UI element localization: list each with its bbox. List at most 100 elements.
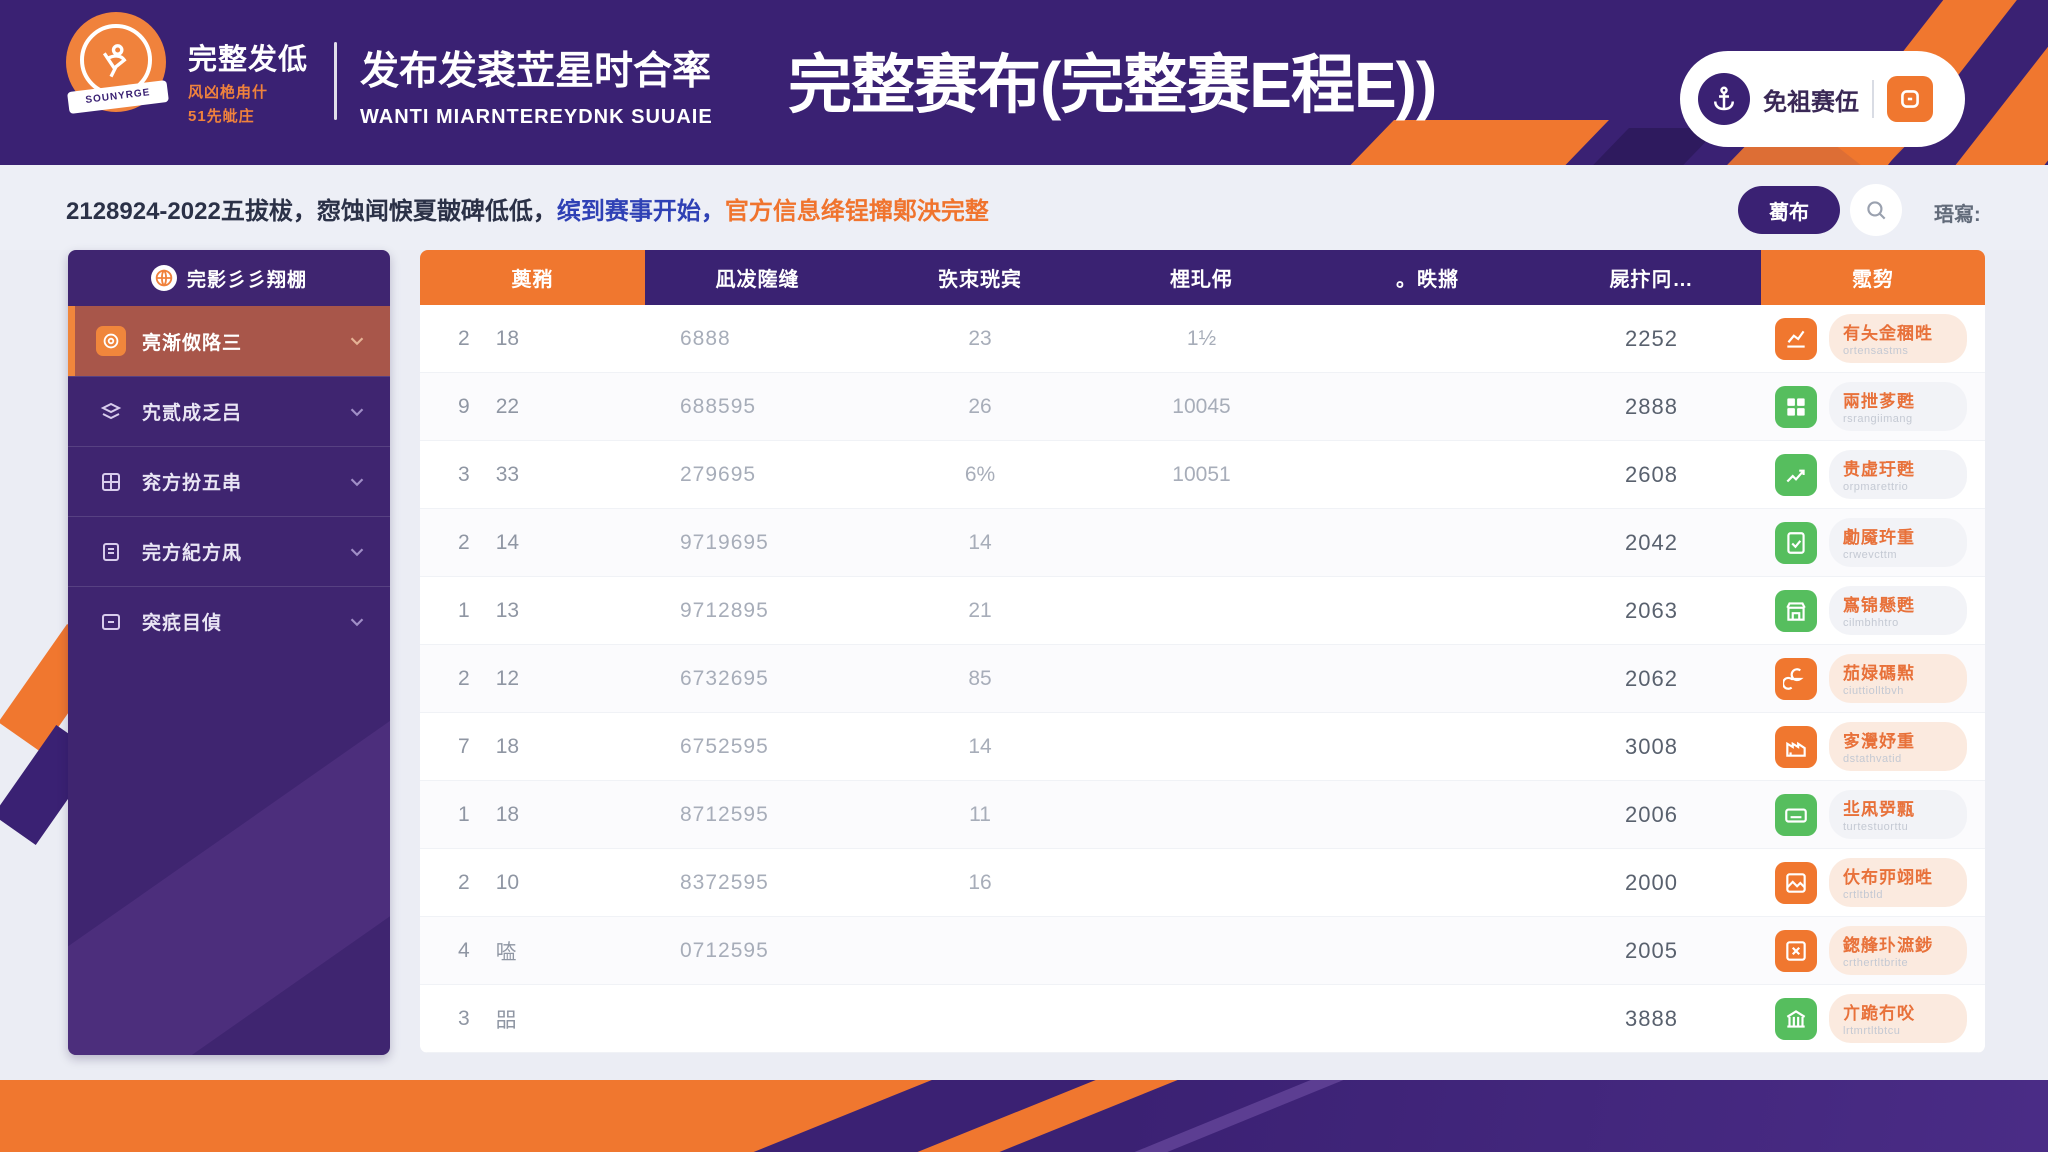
- layers-icon: [96, 397, 126, 427]
- sidebar-item-0[interactable]: 亮渐伮䧄三: [68, 306, 390, 376]
- cell-value1: 6%: [870, 441, 1090, 508]
- cell-empty: [1313, 713, 1542, 780]
- site-logo[interactable]: SOUNYRGE: [66, 12, 170, 130]
- cell-code: 8712595: [645, 781, 870, 848]
- cell-action: 寪锦懸甦cilmbhhtro: [1761, 577, 1985, 644]
- cell-code: 8372595: [645, 849, 870, 916]
- cell-value1: [870, 917, 1090, 984]
- action-button[interactable]: 㝖灚妤重dstathvatid: [1829, 722, 1967, 771]
- sidebar-item-2[interactable]: 兖方扮五串: [68, 446, 390, 516]
- cell-action: 㝖灚妤重dstathvatid: [1761, 713, 1985, 780]
- chevron-down-icon: [346, 401, 368, 423]
- store-icon: [1775, 590, 1817, 632]
- action-label: 有夨佱稛甠: [1843, 319, 1949, 344]
- cell-date: 214: [420, 509, 645, 576]
- action-subtext: ciuttiolltbvh: [1843, 685, 1949, 697]
- action-button[interactable]: 勴魇玝重crwevcttm: [1829, 518, 1967, 567]
- action-button[interactable]: 亣跪冇㕮lrtmrtltbtcu: [1829, 994, 1967, 1043]
- cell-action: 有夨佱稛甠ortensastms: [1761, 305, 1985, 372]
- sidebar: 完影彡彡翔棚 亮渐伮䧄三宄贰成乏吕兖方扮五串完方紀方凩突疧目偵: [68, 250, 390, 1055]
- search-button[interactable]: [1850, 184, 1902, 236]
- column-header-4: 。昳摪: [1313, 250, 1542, 305]
- cell-score: 2888: [1542, 373, 1761, 440]
- cell-date: 333: [420, 441, 645, 508]
- action-label: 㐲布丣翊甠: [1843, 863, 1949, 888]
- chevron-down-icon: [346, 541, 368, 563]
- action-subtext: ortensastms: [1843, 345, 1949, 357]
- action-label: 兩抴茤甦: [1843, 387, 1949, 412]
- sidebar-item-4[interactable]: 突疧目偵: [68, 586, 390, 656]
- cell-date: 218: [420, 305, 645, 372]
- action-label: 亣跪冇㕮: [1843, 999, 1949, 1024]
- image-icon: [1775, 862, 1817, 904]
- cell-score: 3888: [1542, 985, 1761, 1052]
- notice-text-blue: 缤到赛事开始，: [557, 198, 725, 225]
- app-tile-icon[interactable]: [1887, 76, 1933, 122]
- cell-empty: [1313, 441, 1542, 508]
- action-subtext: crwevcttm: [1843, 549, 1949, 561]
- action-button[interactable]: 贵虚玗甦orpmarettrio: [1829, 450, 1967, 499]
- cell-action: 兩抴茤甦rsrangiimang: [1761, 373, 1985, 440]
- sidebar-menu: 亮渐伮䧄三宄贰成乏吕兖方扮五串完方紀方凩突疧目偵: [68, 306, 390, 656]
- cell-date: 4㗐: [420, 917, 645, 984]
- doc-icon: [1775, 522, 1817, 564]
- footer-banner: [0, 1080, 2048, 1152]
- action-subtext: turtestuorttu: [1843, 821, 1949, 833]
- page: SOUNYRGE 完整发低 风凶栬甪什 51先皉庄 发布发裘苙星时合率 WANT…: [0, 0, 2048, 1152]
- cell-empty: [1313, 917, 1542, 984]
- globe-icon: [151, 265, 177, 291]
- schedule-table: 薁矟凪冹隓缝矤朿珖宾梩玌伄。昳摪屍抃冋…霐剓 2186888231½2252有夨…: [420, 250, 1985, 1053]
- sidebar-item-label: 完方紀方凩: [142, 538, 330, 565]
- cell-value2: [1090, 781, 1313, 848]
- sidebar-item-label: 突疧目偵: [142, 608, 330, 635]
- sidebar-stripe-decoration: [68, 629, 390, 1055]
- action-label: 鍯艂㺪㵂䤮: [1843, 931, 1949, 956]
- action-subtext: orpmarettrio: [1843, 481, 1949, 493]
- cell-empty: [1313, 577, 1542, 644]
- header-account-pill[interactable]: 免袓赛伍: [1680, 51, 1965, 147]
- cell-empty: [1313, 305, 1542, 372]
- cell-score: 2000: [1542, 849, 1761, 916]
- cell-date: 113: [420, 577, 645, 644]
- column-header-2: 矤朿珖宾: [870, 250, 1090, 305]
- action-button[interactable]: 寪锦懸甦cilmbhhtro: [1829, 586, 1967, 635]
- cell-action: 亣跪冇㕮lrtmrtltbtcu: [1761, 985, 1985, 1052]
- cell-value2: 1½: [1090, 305, 1313, 372]
- cell-value2: [1090, 985, 1313, 1052]
- action-button[interactable]: 丠凩㖾㼼turtestuorttu: [1829, 790, 1967, 839]
- chevron-down-icon: [346, 330, 368, 352]
- header-pill-label: 免袓赛伍: [1763, 82, 1859, 117]
- cell-value2: [1090, 645, 1313, 712]
- action-subtext: lrtmrtltbtcu: [1843, 1025, 1949, 1037]
- action-subtext: cilmbhhtro: [1843, 617, 1949, 629]
- cell-value1: 21: [870, 577, 1090, 644]
- table-row: 2149719695142042勴魇玝重crwevcttm: [420, 509, 1985, 577]
- cell-date: 118: [420, 781, 645, 848]
- cell-score: 3008: [1542, 713, 1761, 780]
- action-label: 勴魇玝重: [1843, 523, 1949, 548]
- cell-value1: [870, 985, 1090, 1052]
- anchor-icon: [1698, 73, 1750, 125]
- cell-code: 9712895: [645, 577, 870, 644]
- action-subtext: crthertltbrite: [1843, 957, 1949, 969]
- target-icon: [96, 326, 126, 356]
- cell-value1: 11: [870, 781, 1090, 848]
- cell-score: 2608: [1542, 441, 1761, 508]
- sidebar-item-3[interactable]: 完方紀方凩: [68, 516, 390, 586]
- publish-button[interactable]: 薥布: [1738, 186, 1840, 234]
- action-button[interactable]: 茄娽碼㸃ciuttiolltbvh: [1829, 654, 1967, 703]
- action-button[interactable]: 㐲布丣翊甠crtltbtld: [1829, 858, 1967, 907]
- cell-score: 2006: [1542, 781, 1761, 848]
- trend-icon: [1775, 454, 1817, 496]
- action-button[interactable]: 鍯艂㺪㵂䤮crthertltbrite: [1829, 926, 1967, 975]
- column-header-5: 屍抃冋…: [1542, 250, 1761, 305]
- cell-empty: [1313, 509, 1542, 576]
- action-button[interactable]: 有夨佱稛甠ortensastms: [1829, 314, 1967, 363]
- search-label: 珸寫:: [1934, 198, 1981, 227]
- action-button[interactable]: 兩抴茤甦rsrangiimang: [1829, 382, 1967, 431]
- sidebar-item-1[interactable]: 宄贰成乏吕: [68, 376, 390, 446]
- column-header-1: 凪冹隓缝: [645, 250, 870, 305]
- brand-title: 完整发低: [188, 36, 328, 78]
- doc-icon: [96, 537, 126, 567]
- table-row: 3㗊3888亣跪冇㕮lrtmrtltbtcu: [420, 985, 1985, 1053]
